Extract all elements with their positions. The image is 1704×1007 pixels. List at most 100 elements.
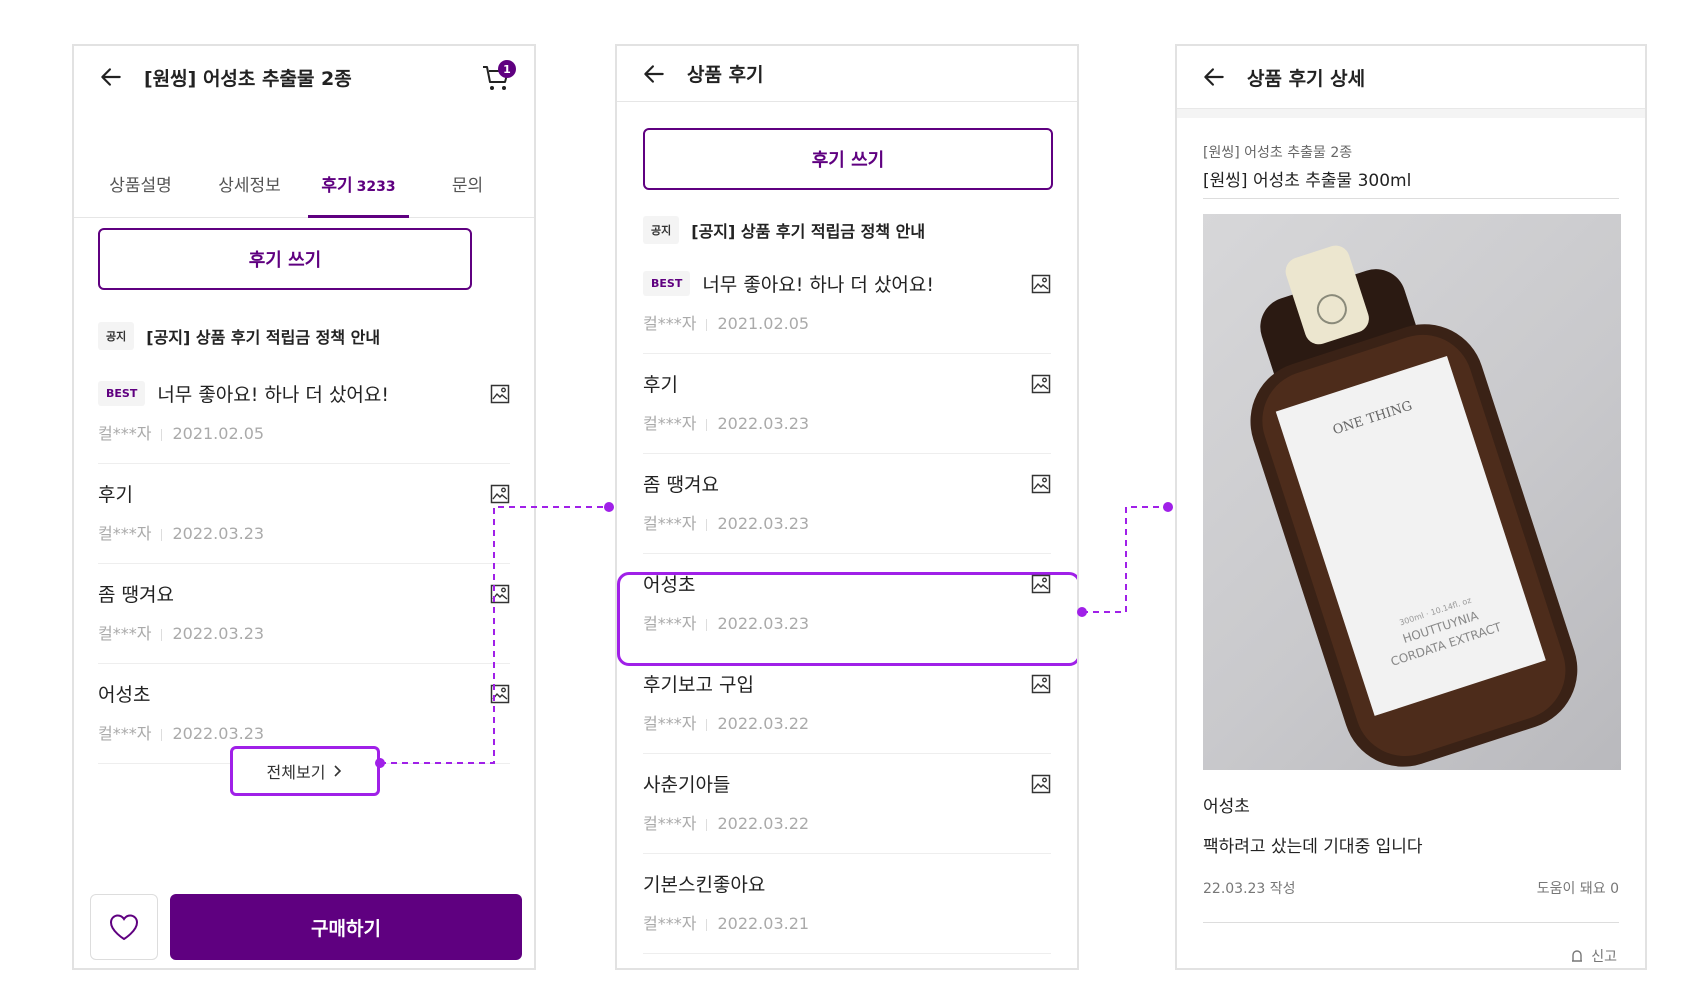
tab-description[interactable]: 상품설명 xyxy=(86,154,195,217)
review-date: 2022.03.22 xyxy=(717,714,810,733)
review-author: 컬***자 xyxy=(643,914,697,933)
review-author: 컬***자 xyxy=(98,724,152,743)
review-row[interactable]: 후기 컬***자 2022.03.23 xyxy=(643,354,1051,454)
review-list: BEST 너무 좋아요! 하나 더 샀어요! 컬***자 2021.02.05 후기… xyxy=(643,254,1051,954)
report-label: 신고 xyxy=(1591,949,1617,965)
review-title: 기본스킨좋아요 xyxy=(643,874,766,896)
arrow-left-icon[interactable] xyxy=(98,64,124,90)
review-date: 2022.03.23 xyxy=(172,524,265,543)
image-icon xyxy=(1031,774,1051,794)
review-title: 너무 좋아요! 하나 더 샀어요! xyxy=(157,384,390,406)
review-date: 2021.02.05 xyxy=(717,314,810,333)
notice-item[interactable]: 공지 [공지] 상품 후기 적립금 정책 안내 xyxy=(98,322,380,350)
best-badge: BEST xyxy=(643,271,691,296)
review-title: 좀 땡겨요 xyxy=(98,584,174,606)
notice-badge: 공지 xyxy=(98,322,135,350)
review-row-selected[interactable]: 어성초 컬***자 2022.03.23 xyxy=(643,554,1051,654)
arrow-left-icon[interactable] xyxy=(641,61,667,87)
review-date: 2021.02.05 xyxy=(172,424,265,443)
review-row[interactable]: 좀 땡겨요 컬***자 2022.03.23 xyxy=(643,454,1051,554)
connector-line-2 xyxy=(1082,506,1168,613)
chevron-right-icon xyxy=(334,765,342,777)
review-author: 컬***자 xyxy=(98,624,152,643)
review-row[interactable]: BEST 너무 좋아요! 하나 더 샀어요! 컬***자 2021.02.05 xyxy=(98,364,510,464)
divider xyxy=(1203,198,1619,199)
review-body: 팩하려고 샀는데 기대중 입니다 xyxy=(1203,837,1423,857)
image-icon xyxy=(1031,674,1051,694)
tab-label: 후기 xyxy=(321,176,353,196)
bottle-illustration: ONE THING 300ml · 10.14fl. oz HOUTTUYNIA… xyxy=(1250,245,1578,767)
page-title: 상품 후기 xyxy=(687,64,764,86)
tab-label: 문의 xyxy=(451,176,484,196)
connector-dot xyxy=(604,502,614,512)
tab-details[interactable]: 상세정보 xyxy=(195,154,304,217)
header: [원씽] 어성초 추출물 2종 xyxy=(74,46,534,108)
review-author: 컬***자 xyxy=(643,814,697,833)
tab-inquiry[interactable]: 문의 xyxy=(413,154,522,217)
review-row[interactable]: 사춘기아들 컬***자 2022.03.22 xyxy=(643,754,1051,854)
review-title: 어성초 xyxy=(643,574,696,596)
buy-button[interactable]: 구매하기 xyxy=(170,894,522,960)
report-button[interactable]: 신고 xyxy=(1569,946,1617,966)
review-title: 너무 좋아요! 하나 더 샀어요! xyxy=(702,274,935,296)
review-author: 컬***자 xyxy=(643,714,697,733)
review-title: 사춘기아들 xyxy=(643,774,731,796)
image-icon xyxy=(490,484,510,504)
cart-count-badge: 1 xyxy=(498,60,516,78)
arrow-left-icon[interactable] xyxy=(1201,64,1227,90)
notice-badge: 공지 xyxy=(643,216,680,244)
product-tabs: 상품설명 상세정보 후기 3233 문의 xyxy=(74,154,534,218)
review-author: 컬***자 xyxy=(98,524,152,543)
image-icon xyxy=(1031,574,1051,594)
bell-icon xyxy=(1572,950,1583,962)
review-title: 어성초 xyxy=(1203,797,1250,817)
review-row[interactable]: BEST 너무 좋아요! 하나 더 샀어요! 컬***자 2021.02.05 xyxy=(643,254,1051,354)
header: 상품 후기 상세 xyxy=(1177,46,1645,108)
review-author: 컬***자 xyxy=(643,614,697,633)
cart-button[interactable]: 1 xyxy=(480,60,516,94)
review-title: 후기 xyxy=(643,374,678,396)
tab-reviews[interactable]: 후기 3233 xyxy=(304,154,413,218)
notice-item[interactable]: 공지 [공지] 상품 후기 적립금 정책 안내 xyxy=(643,216,925,244)
option-name: [원씽] 어성초 추출물 300ml xyxy=(1203,171,1412,191)
review-row[interactable]: 좀 땡겨요 컬***자 2022.03.23 xyxy=(98,564,510,664)
review-row[interactable]: 후기보고 구입 컬***자 2022.03.22 xyxy=(643,654,1051,754)
image-icon xyxy=(1031,374,1051,394)
image-icon xyxy=(1031,474,1051,494)
view-all-button[interactable]: 전체보기 xyxy=(230,746,380,796)
connector-dot xyxy=(1163,502,1173,512)
helpful-button[interactable]: 도움이 돼요 0 xyxy=(1537,878,1619,898)
image-icon xyxy=(490,684,510,704)
review-author: 컬***자 xyxy=(643,314,697,333)
notice-text: [공지] 상품 후기 적립금 정책 안내 xyxy=(146,328,381,347)
review-date: 2022.03.23 xyxy=(172,624,265,643)
review-date: 2022.03.23 xyxy=(172,724,265,743)
review-date: 2022.03.22 xyxy=(717,814,810,833)
review-date: 2022.03.23 xyxy=(717,614,810,633)
review-count: 3233 xyxy=(356,179,396,195)
product-name: [원씽] 어성초 추출물 2종 xyxy=(1203,145,1353,161)
tab-label: 상품설명 xyxy=(109,176,172,196)
review-title: 후기보고 구입 xyxy=(643,674,754,696)
review-title: 좀 땡겨요 xyxy=(643,474,719,496)
notice-text: [공지] 상품 후기 적립금 정책 안내 xyxy=(691,222,926,241)
best-badge: BEST xyxy=(98,381,146,406)
wishlist-button[interactable] xyxy=(90,894,158,960)
review-date: 22.03.23 작성 xyxy=(1203,881,1296,897)
review-row[interactable]: 후기 컬***자 2022.03.23 xyxy=(98,464,510,564)
image-icon xyxy=(1031,274,1051,294)
divider xyxy=(1203,922,1619,923)
review-date: 2022.03.23 xyxy=(717,514,810,533)
write-review-button[interactable]: 후기 쓰기 xyxy=(98,228,472,290)
review-author: 컬***자 xyxy=(98,424,152,443)
image-icon xyxy=(490,384,510,404)
product-detail-screen: [원씽] 어성초 추출물 2종 1 상품설명 상세정보 후기 3233 문의 후기… xyxy=(72,44,536,970)
review-photo[interactable]: ONE THING 300ml · 10.14fl. oz HOUTTUYNIA… xyxy=(1203,214,1621,770)
write-review-button[interactable]: 후기 쓰기 xyxy=(643,128,1053,190)
view-all-label: 전체보기 xyxy=(266,763,326,782)
page-title: 상품 후기 상세 xyxy=(1247,67,1366,90)
review-row[interactable]: 기본스킨좋아요 컬***자 2022.03.21 xyxy=(643,854,1051,954)
review-list: BEST 너무 좋아요! 하나 더 샀어요! 컬***자 2021.02.05 후기… xyxy=(98,364,510,764)
heart-icon xyxy=(109,914,139,941)
image-icon xyxy=(490,584,510,604)
